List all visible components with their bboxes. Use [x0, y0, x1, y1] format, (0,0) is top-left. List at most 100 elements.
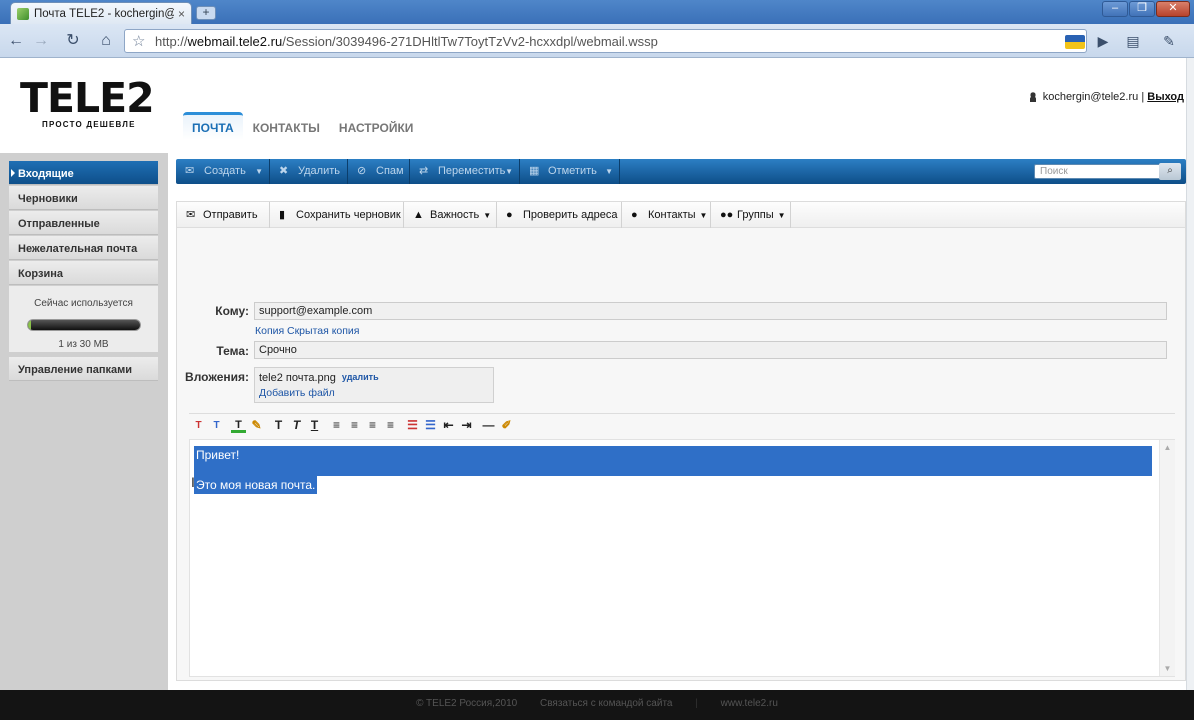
extension-flag-icon[interactable]	[1065, 35, 1085, 49]
chevron-down-icon: ▼	[777, 211, 786, 220]
logout-link[interactable]: Выход	[1147, 91, 1184, 103]
quota-bar	[26, 319, 141, 331]
new-tab-button[interactable]: +	[196, 6, 216, 20]
send-button[interactable]: ✉ Отправить	[177, 202, 270, 228]
mark-icon: ▦	[529, 165, 540, 177]
quota-panel: Сейчас используется 1 из 30 MB	[9, 286, 158, 352]
align-left-icon[interactable]: ≡	[329, 418, 344, 433]
spam-icon: ⊘	[357, 165, 367, 177]
body-line-2: Это моя новая почта.	[194, 476, 318, 494]
tab-title: Почта TELE2 - kochergin@...	[34, 7, 174, 20]
tab-mail[interactable]: ПОЧТА	[183, 112, 243, 140]
search-input[interactable]: Поиск	[1034, 164, 1164, 179]
check-addresses-button[interactable]: ● Проверить адреса	[497, 202, 622, 228]
footer-copyright: © TELE2 Россия,2010	[416, 698, 518, 709]
chevron-down-icon: ▼	[255, 167, 263, 176]
scroll-up-icon[interactable]: ▲	[1162, 442, 1173, 453]
url-domain: webmail.tele2.ru	[187, 33, 283, 49]
ordered-list-icon[interactable]: ☰	[405, 418, 420, 433]
text-color-icon[interactable]: T	[231, 418, 246, 433]
footer: © TELE2 Россия,2010 Связаться с командой…	[0, 690, 1194, 720]
footer-site-link[interactable]: www.tele2.ru	[721, 698, 778, 709]
editor-scrollbar[interactable]: ▲ ▼	[1159, 440, 1175, 676]
delete-icon: ✖	[279, 165, 289, 177]
rich-text-toolbar: T T T ✎ T T T ≡ ≡ ≡ ≡ ☰ ☰ ⇤ ⇥ — ✐	[189, 413, 1175, 435]
font-size-icon[interactable]: T	[191, 418, 206, 433]
scroll-down-icon[interactable]: ▼	[1162, 663, 1173, 674]
forward-icon[interactable]: →	[30, 30, 52, 52]
tele2-logo[interactable]: TELE2 ПРОСТО ДЕШЕВЛЕ	[20, 76, 155, 134]
wrench-menu-icon[interactable]: ✎	[1158, 30, 1180, 52]
url-path: /Session/3039496-271DHltlTw7ToytTzVv2-hc…	[282, 33, 658, 49]
attachments-label: Вложения:	[185, 370, 249, 384]
footer-contact-link[interactable]: Связаться с командой сайта	[540, 698, 672, 709]
bcc-link[interactable]: Скрытая копия	[287, 325, 360, 337]
font-family-icon[interactable]: T	[209, 418, 224, 433]
user-icon	[1028, 92, 1037, 102]
outdent-icon[interactable]: ⇤	[441, 418, 456, 433]
chevron-down-icon: ▼	[699, 211, 708, 220]
home-icon[interactable]: ⌂	[95, 30, 117, 52]
webmail-page: TELE2 ПРОСТО ДЕШЕВЛЕ ПОЧТА КОНТАКТЫ НАСТ…	[0, 58, 1186, 690]
tab-close-icon[interactable]: ×	[178, 7, 185, 21]
manage-folders-link[interactable]: Управление папками	[9, 357, 158, 381]
highlight-icon[interactable]: ✎	[249, 418, 264, 433]
message-action-bar: ✉ Создать ▼ ✖ Удалить ⊘ Спам ⇄ Переместить ▼ ▦…	[176, 159, 1186, 184]
browser-toolbar: ← → ↻ ⌂ ☆ http://webmail.tele2.ru/Sessio…	[0, 24, 1194, 58]
add-file-link[interactable]: Добавить файл	[259, 387, 489, 399]
link-icon[interactable]: ✐	[499, 418, 514, 433]
tab-contacts[interactable]: КОНТАКТЫ	[244, 115, 329, 140]
contacts-button[interactable]: ● Контакты ▼	[622, 202, 711, 228]
user-separator: |	[1141, 91, 1145, 103]
search-icon[interactable]: ⌕	[1159, 163, 1181, 180]
save-draft-button[interactable]: ▮ Сохранить черновик	[270, 202, 404, 228]
underline-icon[interactable]: T	[307, 418, 322, 433]
attachment-delete-link[interactable]: удалить	[342, 372, 379, 382]
attachment-name: tele2 почта.png	[259, 372, 336, 384]
bold-icon[interactable]: T	[271, 418, 286, 433]
folder-drafts[interactable]: Черновики	[9, 186, 158, 210]
create-button[interactable]: ✉ Создать ▼	[176, 159, 270, 184]
message-body-editor[interactable]: Привет! I Это моя новая почта. ▲ ▼	[189, 439, 1175, 677]
subject-label: Тема:	[216, 344, 249, 358]
align-justify-icon[interactable]: ≡	[383, 418, 398, 433]
subject-field[interactable]: Срочно	[254, 341, 1167, 359]
close-window-button[interactable]: ✕	[1156, 1, 1190, 17]
cc-link[interactable]: Копия	[255, 325, 284, 337]
to-field[interactable]: support@example.com	[254, 302, 1167, 320]
spam-button[interactable]: ⊘ Спам	[348, 159, 410, 184]
bookmark-star-icon[interactable]: ☆	[132, 32, 145, 50]
horizontal-rule-icon[interactable]: —	[481, 418, 496, 433]
folder-sidebar: Входящие Черновики Отправленные Нежелате…	[0, 153, 168, 690]
folder-inbox[interactable]: Входящие	[9, 161, 158, 185]
indent-icon[interactable]: ⇥	[459, 418, 474, 433]
body-line-1: Привет!	[194, 446, 1152, 476]
browser-tab[interactable]: Почта TELE2 - kochergin@... ×	[10, 2, 192, 24]
delete-button[interactable]: ✖ Удалить	[270, 159, 348, 184]
folder-junk[interactable]: Нежелательная почта	[9, 236, 158, 260]
url-prefix: http://	[155, 33, 188, 49]
maximize-button[interactable]: ❐	[1129, 1, 1155, 17]
page-menu-icon[interactable]: ▤	[1122, 30, 1144, 52]
back-icon[interactable]: ←	[5, 30, 27, 52]
tab-settings[interactable]: НАСТРОЙКИ	[330, 115, 422, 140]
reload-icon[interactable]: ↻	[62, 30, 84, 52]
move-button[interactable]: ⇄ Переместить ▼	[410, 159, 520, 184]
attachments-box: tele2 почта.png удалить Добавить файл	[254, 367, 494, 403]
groups-button[interactable]: ●● Группы ▼	[711, 202, 791, 228]
address-bar[interactable]: ☆ http://webmail.tele2.ru/Session/303949…	[124, 29, 1087, 53]
folder-sent[interactable]: Отправленные	[9, 211, 158, 235]
play-icon[interactable]: ▶	[1092, 30, 1114, 52]
chevron-down-icon: ▼	[605, 167, 613, 176]
align-right-icon[interactable]: ≡	[365, 418, 380, 433]
folder-trash[interactable]: Корзина	[9, 261, 158, 285]
unordered-list-icon[interactable]: ☰	[423, 418, 438, 433]
page-scrollbar[interactable]	[1186, 58, 1194, 690]
align-center-icon[interactable]: ≡	[347, 418, 362, 433]
italic-icon[interactable]: T	[289, 418, 304, 433]
chevron-down-icon: ▼	[483, 211, 492, 220]
minimize-button[interactable]: –	[1102, 1, 1128, 17]
importance-button[interactable]: ▲ Важность ▼	[404, 202, 497, 228]
warning-icon: ▲	[413, 209, 424, 221]
mark-button[interactable]: ▦ Отметить ▼	[520, 159, 620, 184]
